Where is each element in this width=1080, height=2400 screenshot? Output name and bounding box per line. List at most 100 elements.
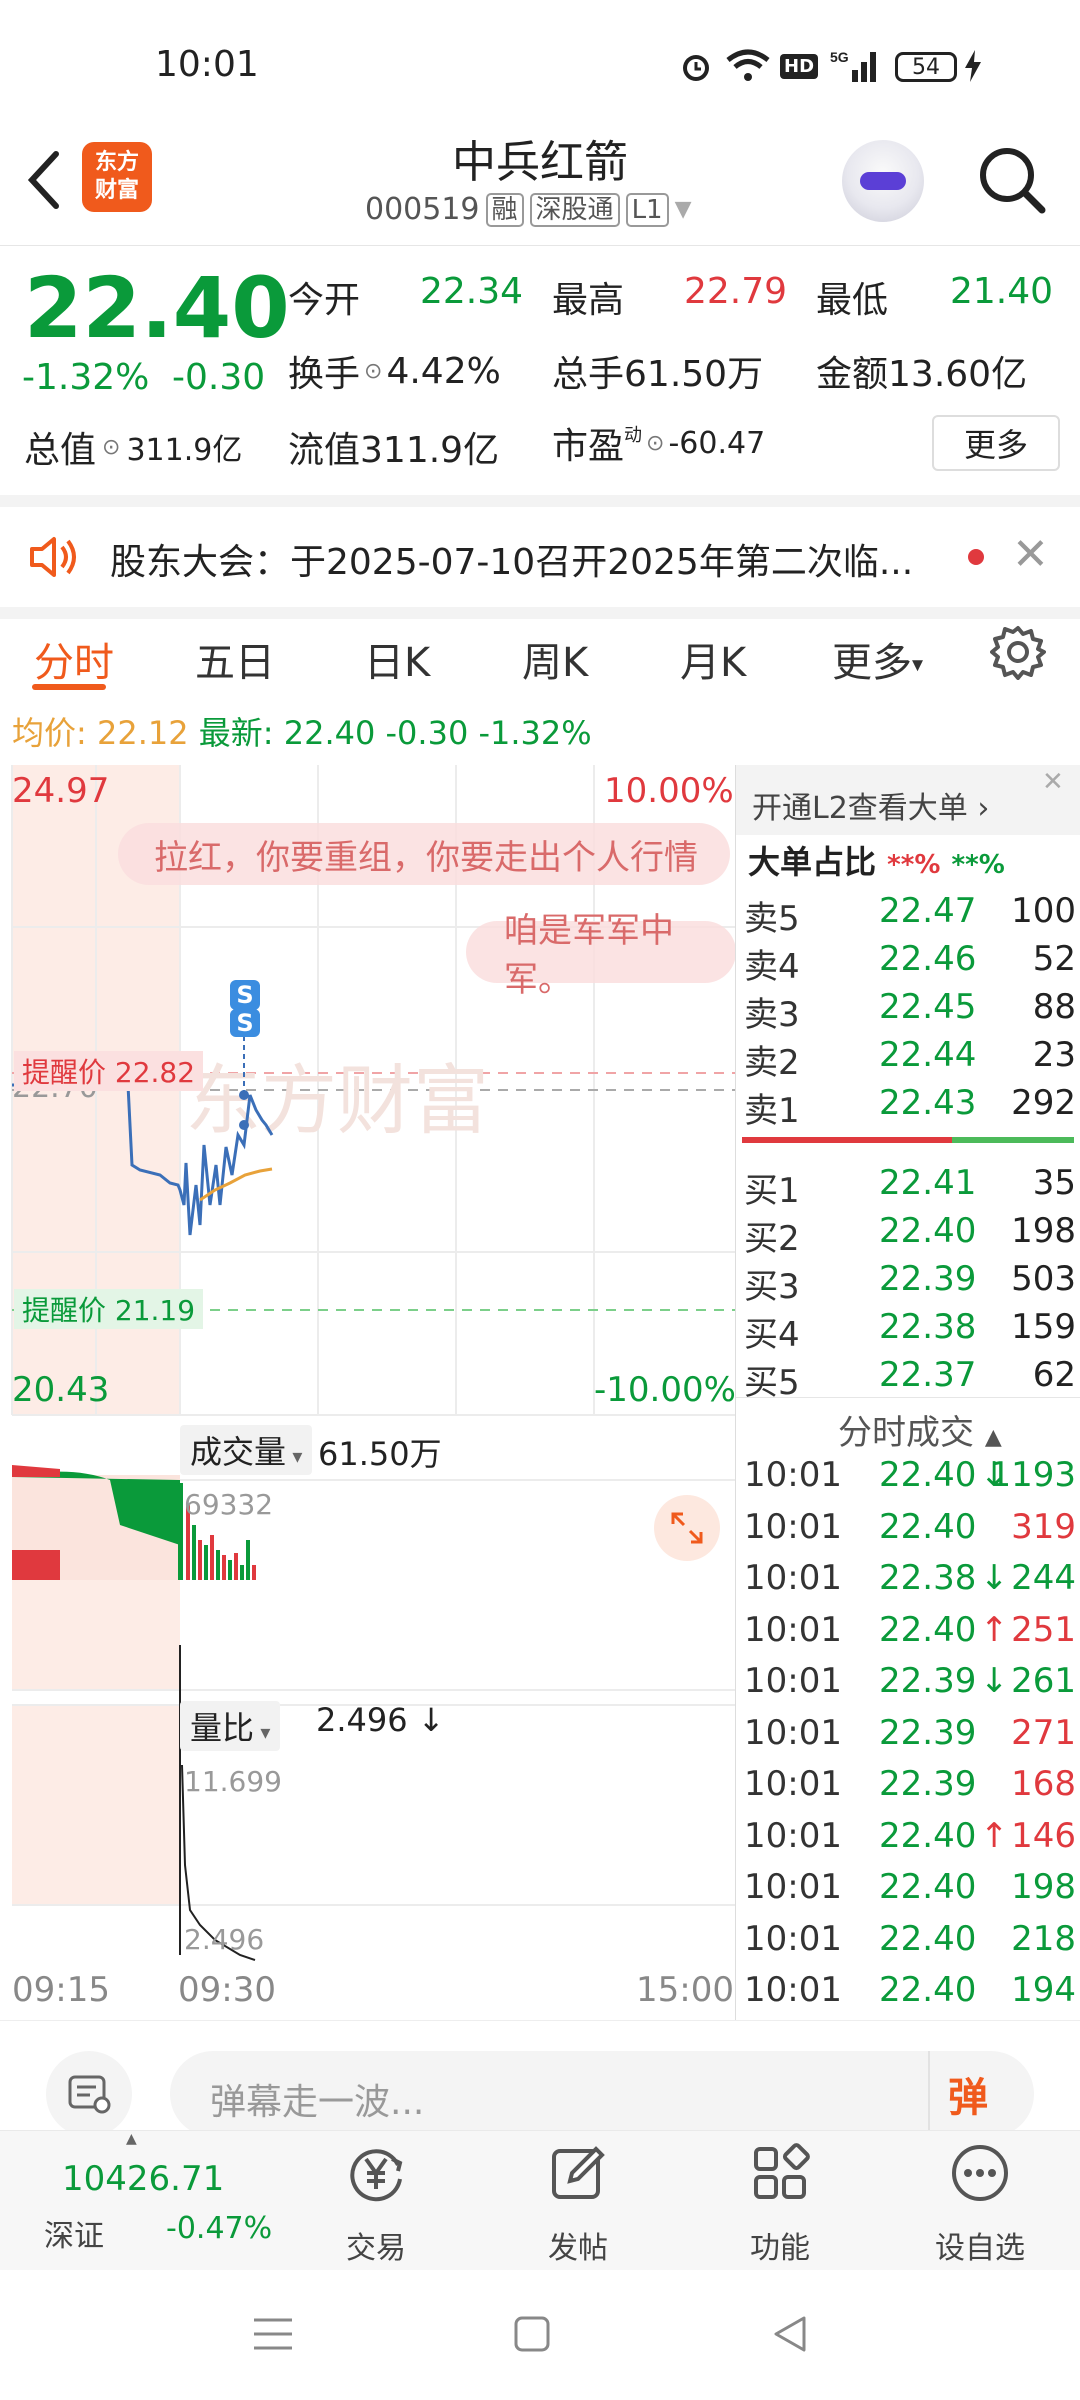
nav-trade[interactable]: 交易 <box>306 2141 446 2267</box>
tick-time: 10:01 <box>744 1970 842 2010</box>
back-triangle-icon[interactable] <box>770 2314 810 2358</box>
tick-direction: ↑ <box>980 1815 1009 1856</box>
high-value: 22.79 <box>684 271 788 312</box>
settings-gear-icon[interactable] <box>990 624 1046 684</box>
bid-row[interactable]: 买1 22.41 35 <box>744 1163 1076 1211</box>
price-axis-bottom: 20.43 <box>12 1370 110 1410</box>
ask-row[interactable]: 卖5 22.47 100 <box>744 891 1076 939</box>
tick-price: 22.39 <box>879 1764 977 1804</box>
bid-price: 22.37 <box>879 1355 977 1395</box>
bid-row[interactable]: 买2 22.40 198 <box>744 1211 1076 1259</box>
ticks-title[interactable]: 分时成交 ▲ <box>838 1405 1002 1454</box>
tick-row: 10:01 22.40 ↑ 251 <box>744 1610 1076 1658</box>
danmu-send-button[interactable]: 弹 <box>948 2065 988 2123</box>
time-axis-end: 15:00 <box>636 1970 734 2010</box>
tick-time: 10:01 <box>744 1918 842 1959</box>
search-icon[interactable] <box>976 144 1048 220</box>
tick-row: 10:01 22.39 ↓ 261 <box>744 1661 1076 1709</box>
alert-low-label[interactable]: 提醒价 21.19 <box>14 1289 204 1329</box>
bottom-nav: ▲ 10426.71 深证 -0.47% 交易 发帖 功能 设自选 <box>0 2130 1080 2271</box>
nav-functions[interactable]: 功能 <box>710 2141 850 2267</box>
tick-time: 10:01 <box>744 1506 842 1547</box>
bid-price: 22.39 <box>879 1259 977 1299</box>
tick-time: 10:01 <box>744 1455 842 1495</box>
l2-upgrade-link[interactable]: 开通L2查看大单 › <box>752 783 989 827</box>
tick-volume: 168 <box>1011 1764 1076 1804</box>
bid-row[interactable]: 买4 22.38 159 <box>744 1307 1076 1355</box>
signal-s-marker[interactable]: S <box>230 980 260 1010</box>
bid-volume: 159 <box>1011 1307 1076 1347</box>
bid-row[interactable]: 买5 22.37 62 <box>744 1355 1076 1403</box>
close-icon[interactable]: ✕ <box>1012 529 1049 580</box>
volume-total: 61.50万 <box>318 1435 442 1473</box>
ask-volume: 52 <box>1032 939 1076 979</box>
tab-five-day[interactable]: 五日 <box>195 630 275 688</box>
alarm-icon <box>678 48 714 84</box>
ask-row[interactable]: 卖1 22.43 292 <box>744 1083 1076 1131</box>
danmu-input[interactable]: 弹幕走一波... 弹 <box>170 2051 1034 2137</box>
ask-price: 22.43 <box>879 1083 977 1123</box>
stock-subtitle[interactable]: 000519 融 深股通 L1 ▼ <box>365 192 692 227</box>
pe-ratio: 市盈 动 ⊙ -60.47 <box>552 425 766 467</box>
ask-row[interactable]: 卖4 22.46 52 <box>744 939 1076 987</box>
amount: 金额13.60亿 <box>816 354 1028 395</box>
info-icon: ⊙ <box>646 430 665 456</box>
open-label: 今开 <box>288 280 361 321</box>
tick-volume: 146 <box>1011 1815 1076 1856</box>
low-label: 最低 <box>816 280 889 321</box>
ask-price: 22.45 <box>879 987 977 1027</box>
intraday-chart[interactable]: 东方财富 24.97 10.00% 20.43 -10.00% 提醒价 22.8… <box>0 765 736 2020</box>
tab-more[interactable]: 更多▾ <box>832 630 923 688</box>
nav-add-watchlist[interactable]: 设自选 <box>910 2141 1050 2267</box>
notice-text: 股东大会：于2025-07-10召开2025年第二次临... <box>110 542 914 583</box>
tick-row: 10:01 22.40 218 <box>744 1919 1076 1967</box>
ask-price: 22.47 <box>879 891 977 931</box>
tick-price: 22.40 <box>879 1867 977 1907</box>
trade-yen-icon <box>306 2141 446 2223</box>
connect-tag: 深股通 <box>529 192 620 227</box>
quote-panel: 22.40 -1.32% -0.30 总值 ⊙ 311.9亿 今开 22.34 … <box>0 245 1080 495</box>
tick-time: 10:01 <box>744 1815 842 1856</box>
tick-row: 10:01 22.40 319 <box>744 1507 1076 1555</box>
margin-tag: 融 <box>485 192 524 227</box>
tick-price: 22.40 <box>879 1815 977 1856</box>
high-label: 最高 <box>552 280 625 321</box>
alert-high-label[interactable]: 提醒价 22.82 <box>14 1051 204 1091</box>
expand-icon[interactable] <box>654 1495 720 1561</box>
ask-row[interactable]: 卖3 22.45 88 <box>744 987 1076 1035</box>
menu-icon[interactable] <box>252 2314 294 2358</box>
tick-row: 10:01 22.40 ↓ 1193 <box>744 1455 1076 1503</box>
bid-row[interactable]: 买3 22.39 503 <box>744 1259 1076 1307</box>
ask-row[interactable]: 卖2 22.44 23 <box>744 1035 1076 1083</box>
ask-price: 22.46 <box>879 939 977 979</box>
close-icon[interactable]: ✕ <box>1042 767 1064 797</box>
low-value: 21.40 <box>950 271 1054 312</box>
volume-indicator-select[interactable]: 成交量 ▾ <box>180 1425 313 1475</box>
danmu-bubble: 拉红，你要重组，你要走出个人行情 <box>118 823 730 885</box>
ask-label: 卖3 <box>744 995 800 1035</box>
chart-tabs: 分时 五日 日K 周K 月K 更多▾ <box>0 600 1080 700</box>
volume-bars <box>12 1465 256 1580</box>
robot-assistant-avatar[interactable] <box>842 140 924 222</box>
ask-label: 卖4 <box>744 947 800 987</box>
tick-price: 22.40 <box>879 1455 977 1495</box>
signal-5g-icon: 5G <box>830 48 882 84</box>
price-summary-line: 均价: 22.12 最新: 22.40 -0.30 -1.32% <box>12 714 592 752</box>
index-ticker[interactable]: ▲ 10426.71 深证 -0.47% <box>0 2131 272 2271</box>
ratio-indicator-select[interactable]: 量比 ▾ <box>180 1701 281 1751</box>
signal-s-marker[interactable]: S <box>230 1009 260 1037</box>
more-button[interactable]: 更多 <box>932 415 1060 471</box>
tab-daily-k[interactable]: 日K <box>364 630 430 688</box>
time-axis-start: 09:15 <box>12 1970 110 2010</box>
tab-monthly-k[interactable]: 月K <box>680 630 746 688</box>
bid-volume: 198 <box>1011 1211 1076 1251</box>
pct-axis-bottom: -10.00% <box>594 1370 736 1410</box>
tab-weekly-k[interactable]: 周K <box>522 630 588 688</box>
nav-post[interactable]: 发帖 <box>508 2141 648 2267</box>
danmu-settings-icon[interactable] <box>46 2051 132 2137</box>
tick-direction: ↑ <box>980 1609 1009 1650</box>
tab-intraday[interactable]: 分时 <box>34 630 114 688</box>
ask-label: 卖5 <box>744 899 800 939</box>
ask-volume: 100 <box>1011 891 1076 931</box>
home-icon[interactable] <box>512 2314 552 2358</box>
